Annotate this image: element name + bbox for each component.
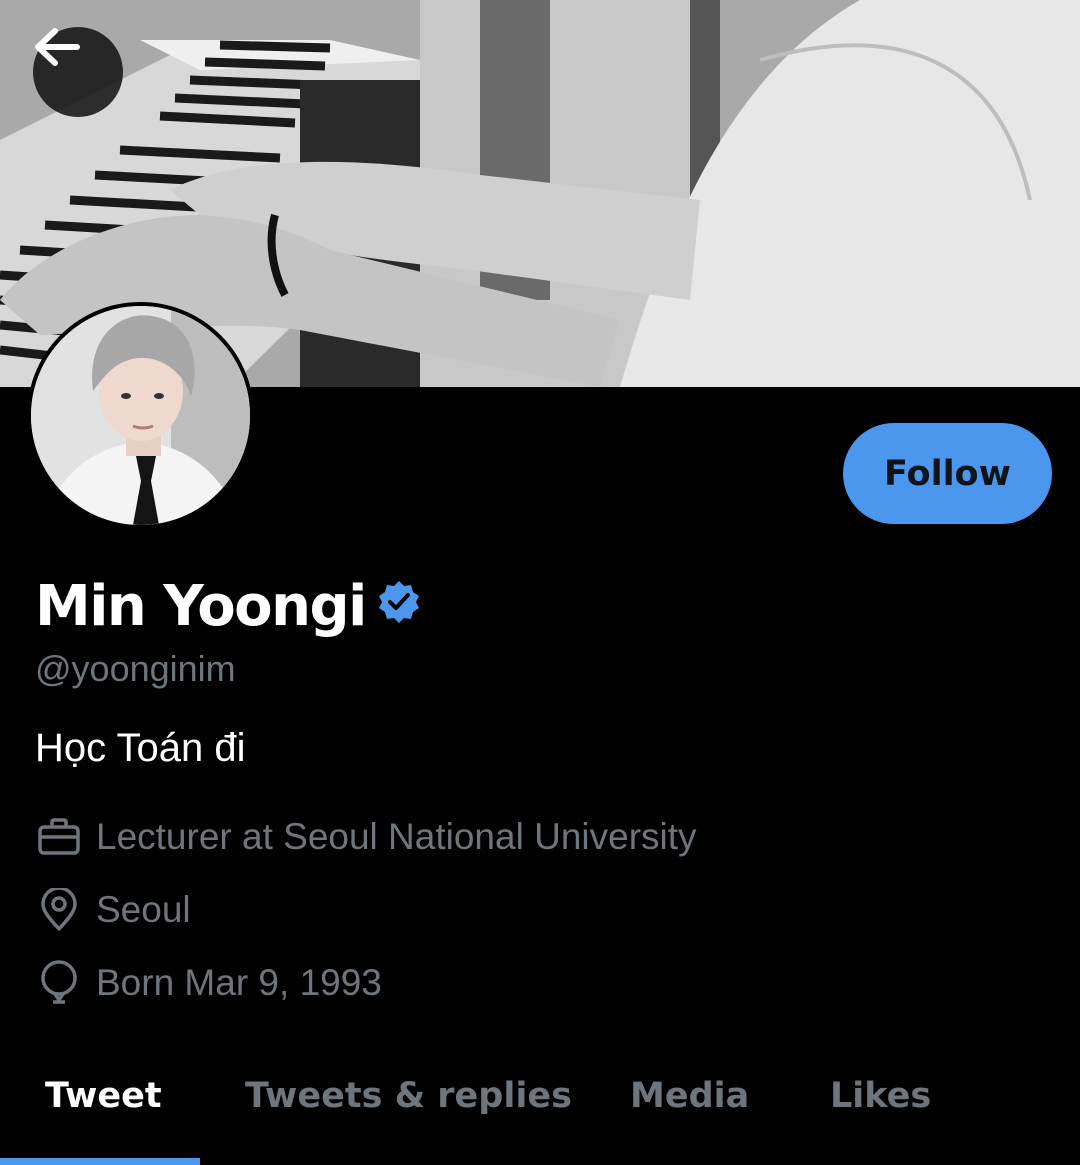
tab-media[interactable]: Media — [630, 1076, 749, 1116]
follow-button[interactable]: Follow — [843, 423, 1052, 524]
bio: Học Toán đi — [35, 726, 246, 770]
arrow-left-icon — [35, 28, 80, 66]
briefcase-icon — [36, 814, 82, 860]
profile-tabs: Tweet Tweets & replies Media Likes — [0, 1060, 1080, 1165]
verified-badge-icon — [378, 581, 419, 623]
location-pin-icon — [36, 887, 82, 933]
avatar-photo — [31, 306, 250, 525]
back-button[interactable] — [33, 27, 123, 117]
location-info: Seoul — [36, 887, 191, 933]
birthday-text: Born Mar 9, 1993 — [96, 962, 382, 1003]
active-tab-indicator — [0, 1158, 200, 1165]
location-text: Seoul — [96, 889, 191, 930]
work-info: Lecturer at Seoul National University — [36, 814, 697, 860]
name-row: Min Yoongi — [35, 572, 422, 642]
tab-likes[interactable]: Likes — [830, 1076, 931, 1116]
tab-tweet[interactable]: Tweet — [45, 1076, 162, 1116]
profile-screen: Follow Min Yoongi @yoonginim Học Toán đi… — [0, 0, 1080, 1165]
display-name: Min Yoongi — [35, 574, 367, 639]
work-text: Lecturer at Seoul National University — [96, 816, 697, 857]
birthday-info: Born Mar 9, 1993 — [36, 960, 382, 1006]
balloon-icon — [36, 960, 82, 1006]
handle: @yoonginim — [35, 648, 236, 689]
avatar[interactable] — [27, 302, 254, 529]
tab-tweets-and-replies[interactable]: Tweets & replies — [245, 1076, 572, 1116]
